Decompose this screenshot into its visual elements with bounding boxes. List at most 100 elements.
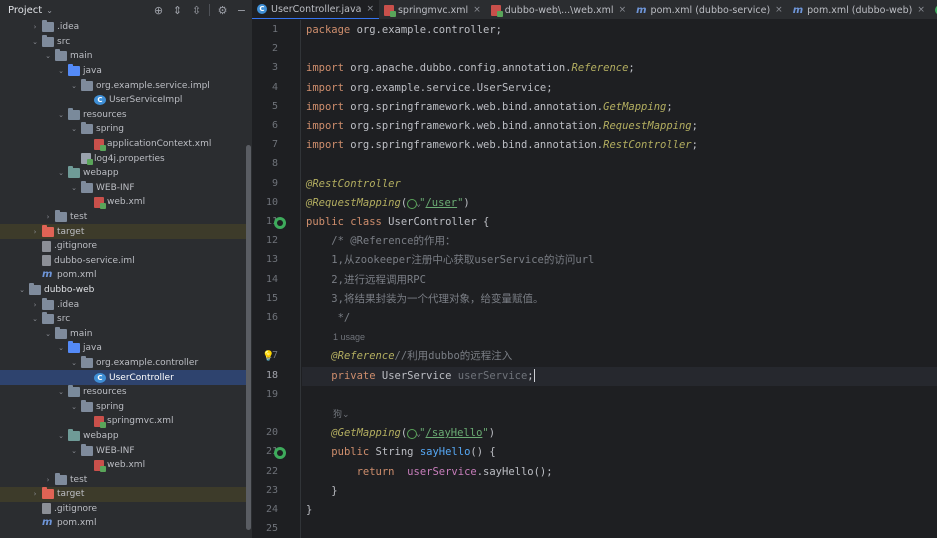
chevron-right-icon[interactable]: ›: [30, 23, 40, 31]
tree-item[interactable]: .gitignore: [0, 502, 246, 517]
tree-item[interactable]: ⌄ WEB-INF: [0, 180, 246, 196]
code-area[interactable]: package org.example.controller; import or…: [302, 20, 937, 538]
tree-item[interactable]: ⌄ resources: [0, 385, 246, 400]
editor-tab[interactable]: m pom.xml (dubbo-web) ×: [788, 0, 930, 19]
tree-item[interactable]: ⌄ resources: [0, 107, 246, 123]
tree-item[interactable]: › target: [0, 224, 246, 239]
code-line[interactable]: import org.springframework.web.bind.anno…: [306, 117, 698, 136]
close-icon[interactable]: ×: [473, 5, 481, 15]
tree-item[interactable]: ⌄ spring: [0, 122, 246, 137]
code-line[interactable]: /* @Reference的作用：: [306, 232, 455, 251]
tree-item[interactable]: ⌄ java: [0, 64, 246, 79]
chevron-down-icon[interactable]: ⌄: [69, 184, 79, 192]
tree-item[interactable]: ⌄ webapp: [0, 166, 246, 181]
tree-item[interactable]: springmvc.xml: [0, 414, 246, 429]
tree-item[interactable]: ⌄ dubbo-web: [0, 282, 246, 298]
expand-all-icon[interactable]: ⇕: [171, 4, 184, 17]
chevron-down-icon[interactable]: ⌄: [56, 169, 66, 177]
tree-item[interactable]: › test: [0, 210, 246, 225]
tree-item[interactable]: web.xml: [0, 458, 246, 473]
editor-tab[interactable]: IUserServ: [930, 0, 937, 19]
tree-item[interactable]: dubbo-service.iml: [0, 254, 246, 269]
tree-item[interactable]: ⌄ WEB-INF: [0, 443, 246, 458]
code-line[interactable]: public class UserController {: [306, 213, 489, 232]
chevron-down-icon[interactable]: ⌄: [69, 447, 79, 455]
code-line[interactable]: */: [306, 309, 351, 328]
close-icon[interactable]: ×: [775, 5, 783, 15]
code-line[interactable]: 3,将结果封装为一个代理对象，给变量赋值。: [306, 290, 543, 309]
close-icon[interactable]: ×: [619, 5, 627, 15]
chevron-right-icon[interactable]: ›: [30, 490, 40, 498]
locate-icon[interactable]: ⊕: [152, 4, 165, 17]
editor-tab[interactable]: dubbo-web\...\web.xml ×: [486, 0, 631, 19]
code-line[interactable]: @RequestMapping("/user"): [306, 194, 470, 213]
chevron-down-icon[interactable]: ⌄: [56, 344, 66, 352]
tree-item[interactable]: C UserServiceImpl: [0, 93, 246, 108]
code-line[interactable]: private UserService userService;: [306, 367, 535, 386]
project-scrollbar[interactable]: [246, 145, 251, 530]
tree-item[interactable]: ⌄ spring: [0, 399, 246, 414]
code-line[interactable]: @GetMapping("/sayHello"): [306, 424, 495, 443]
code-line[interactable]: import org.apache.dubbo.config.annotatio…: [306, 59, 635, 78]
tree-item[interactable]: C UserController: [0, 370, 246, 385]
web-endpoint-icon[interactable]: [274, 447, 286, 460]
chevron-down-icon[interactable]: ⌄: [43, 330, 53, 338]
tree-item[interactable]: › test: [0, 472, 246, 487]
chevron-right-icon[interactable]: ›: [30, 301, 40, 309]
chevron-down-icon[interactable]: ⌄: [56, 432, 66, 440]
code-line[interactable]: import org.springframework.web.bind.anno…: [306, 136, 698, 155]
chevron-down-icon[interactable]: ⌄: [69, 403, 79, 411]
code-line[interactable]: @RestController: [306, 175, 401, 194]
chevron-down-icon[interactable]: ⌄: [56, 388, 66, 396]
chevron-right-icon[interactable]: ›: [43, 213, 53, 221]
tree-item[interactable]: ⌄ org.example.service.impl: [0, 78, 246, 93]
editor-tab[interactable]: springmvc.xml ×: [379, 0, 486, 19]
usage-hint[interactable]: 1 usage: [333, 328, 365, 347]
chevron-down-icon[interactable]: ⌄: [69, 125, 79, 133]
code-line[interactable]: public String sayHello() {: [306, 443, 495, 462]
tree-item[interactable]: ⌄ main: [0, 326, 246, 341]
chevron-down-icon[interactable]: ⌄: [56, 111, 66, 119]
author-hint[interactable]: 狗⌄: [333, 405, 350, 424]
code-line[interactable]: 1,从zookeeper注册中心获取userService的访问url: [306, 251, 594, 270]
tree-item[interactable]: ⌄ webapp: [0, 428, 246, 444]
chevron-right-icon[interactable]: ›: [43, 476, 53, 484]
gear-icon[interactable]: ⚙: [216, 4, 229, 17]
tree-item[interactable]: › .idea: [0, 297, 246, 312]
chevron-down-icon[interactable]: ⌄: [69, 359, 79, 367]
close-icon[interactable]: ×: [366, 4, 374, 14]
code-line[interactable]: @Reference//利用dubbo的远程注入: [306, 347, 512, 366]
bean-icon[interactable]: [274, 217, 286, 229]
chevron-down-icon[interactable]: ⌄: [56, 67, 66, 75]
tree-item[interactable]: ⌄ org.example.controller: [0, 355, 246, 371]
tree-item[interactable]: web.xml: [0, 195, 246, 210]
chevron-down-icon[interactable]: ⌄: [17, 286, 27, 294]
editor-tab[interactable]: C UserController.java ×: [252, 0, 379, 19]
chevron-down-icon[interactable]: ⌄: [30, 38, 40, 46]
collapse-all-icon[interactable]: ⇳: [190, 4, 203, 17]
chevron-right-icon[interactable]: ›: [30, 228, 40, 236]
code-line[interactable]: package org.example.controller;: [306, 21, 502, 40]
tree-item[interactable]: applicationContext.xml: [0, 137, 246, 152]
close-icon[interactable]: ×: [917, 5, 925, 15]
tree-item[interactable]: ⌄ java: [0, 341, 246, 356]
tree-item[interactable]: ⌄ src: [0, 312, 246, 327]
tree-item[interactable]: ⌄ src: [0, 34, 246, 50]
code-line[interactable]: }: [306, 501, 312, 520]
code-line[interactable]: return userService.sayHello();: [306, 463, 553, 482]
editor-tab[interactable]: m pom.xml (dubbo-service) ×: [631, 0, 788, 19]
hide-icon[interactable]: −: [235, 4, 248, 17]
chevron-down-icon[interactable]: ⌄: [43, 52, 53, 60]
project-view-selector[interactable]: Project ⌄: [0, 5, 53, 16]
chevron-down-icon[interactable]: ⌄: [30, 315, 40, 323]
tree-item[interactable]: › .idea: [0, 20, 246, 35]
tree-item[interactable]: log4j.properties: [0, 151, 246, 166]
tree-item[interactable]: › target: [0, 487, 246, 502]
lightbulb-icon[interactable]: 💡: [262, 347, 274, 366]
chevron-down-icon[interactable]: ⌄: [69, 82, 79, 90]
code-line[interactable]: }: [306, 482, 337, 501]
tree-item[interactable]: m pom.xml: [0, 268, 246, 283]
code-line[interactable]: import org.example.service.UserService;: [306, 79, 553, 98]
code-line[interactable]: 2,进行远程调用RPC: [306, 271, 426, 290]
tree-item[interactable]: m pom.xml: [0, 516, 246, 531]
